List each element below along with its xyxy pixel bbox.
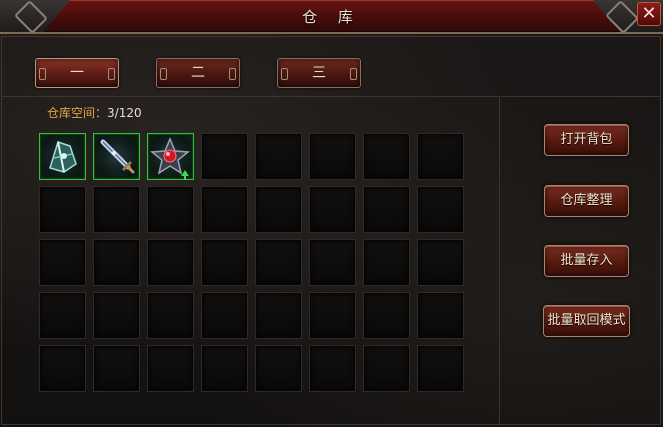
storage-slot-empty[interactable] (363, 186, 410, 233)
storage-slot-empty[interactable] (147, 186, 194, 233)
storage-capacity-value: 3/120 (107, 106, 142, 120)
storage-slot-empty[interactable] (417, 239, 464, 286)
storage-slot-empty[interactable] (309, 292, 356, 339)
storage-slot-empty[interactable] (363, 292, 410, 339)
window-title: 仓 库 (302, 8, 361, 26)
storage-slot-empty[interactable] (147, 292, 194, 339)
storage-slot-empty[interactable] (147, 345, 194, 392)
storage-slot-empty[interactable] (93, 239, 140, 286)
sort-storage-button[interactable]: 仓库整理 (544, 185, 629, 217)
storage-slot-empty[interactable] (93, 186, 140, 233)
storage-slot-empty[interactable] (309, 186, 356, 233)
storage-slot-empty[interactable] (39, 345, 86, 392)
storage-slot-empty[interactable] (255, 345, 302, 392)
tab-1[interactable]: 一 (35, 58, 119, 88)
open-bag-button[interactable]: 打开背包 (544, 124, 629, 156)
storage-slot-empty[interactable] (363, 133, 410, 180)
storage-slot-empty[interactable] (93, 292, 140, 339)
storage-slot-empty[interactable] (201, 133, 248, 180)
tab-2[interactable]: 二 (156, 58, 240, 88)
storage-slot-item[interactable] (39, 133, 86, 180)
storage-slot-empty[interactable] (255, 292, 302, 339)
storage-slot-empty[interactable] (39, 239, 86, 286)
storage-slot-empty[interactable] (255, 186, 302, 233)
storage-slot-empty[interactable] (201, 186, 248, 233)
batch-deposit-button[interactable]: 批量存入 (544, 245, 629, 277)
storage-slot-item[interactable] (147, 133, 194, 180)
close-icon: ✕ (641, 3, 657, 24)
storage-slot-empty[interactable] (201, 292, 248, 339)
storage-slot-empty[interactable] (417, 186, 464, 233)
tab-3[interactable]: 三 (277, 58, 361, 88)
storage-slot-item[interactable] (93, 133, 140, 180)
storage-slot-empty[interactable] (309, 239, 356, 286)
storage-slot-grid (39, 133, 464, 392)
storage-slot-empty[interactable] (417, 133, 464, 180)
storage-slot-empty[interactable] (39, 292, 86, 339)
upgrade-arrow-icon (181, 170, 189, 180)
storage-slot-empty[interactable] (201, 239, 248, 286)
storage-window: 仓 库 ✕ 一 二 三 仓库空间：3/120 打开背包 仓库整理 批量存入 批量… (0, 0, 663, 427)
storage-slot-empty[interactable] (147, 239, 194, 286)
storage-slot-empty[interactable] (93, 345, 140, 392)
storage-slot-empty[interactable] (255, 133, 302, 180)
storage-slot-empty[interactable] (255, 239, 302, 286)
storage-slot-empty[interactable] (201, 345, 248, 392)
batch-withdraw-mode-button[interactable]: 批量取回模式 (543, 305, 630, 337)
storage-slot-empty[interactable] (39, 186, 86, 233)
close-button[interactable]: ✕ (637, 2, 661, 26)
storage-slot-empty[interactable] (417, 292, 464, 339)
title-bar[interactable]: 仓 库 ✕ (0, 0, 663, 34)
storage-slot-empty[interactable] (309, 345, 356, 392)
storage-slot-empty[interactable] (417, 345, 464, 392)
storage-capacity: 仓库空间：3/120 (47, 104, 142, 121)
storage-slot-empty[interactable] (363, 239, 410, 286)
storage-slot-empty[interactable] (363, 345, 410, 392)
storage-capacity-label: 仓库空间： (47, 106, 108, 120)
storage-slot-empty[interactable] (309, 133, 356, 180)
